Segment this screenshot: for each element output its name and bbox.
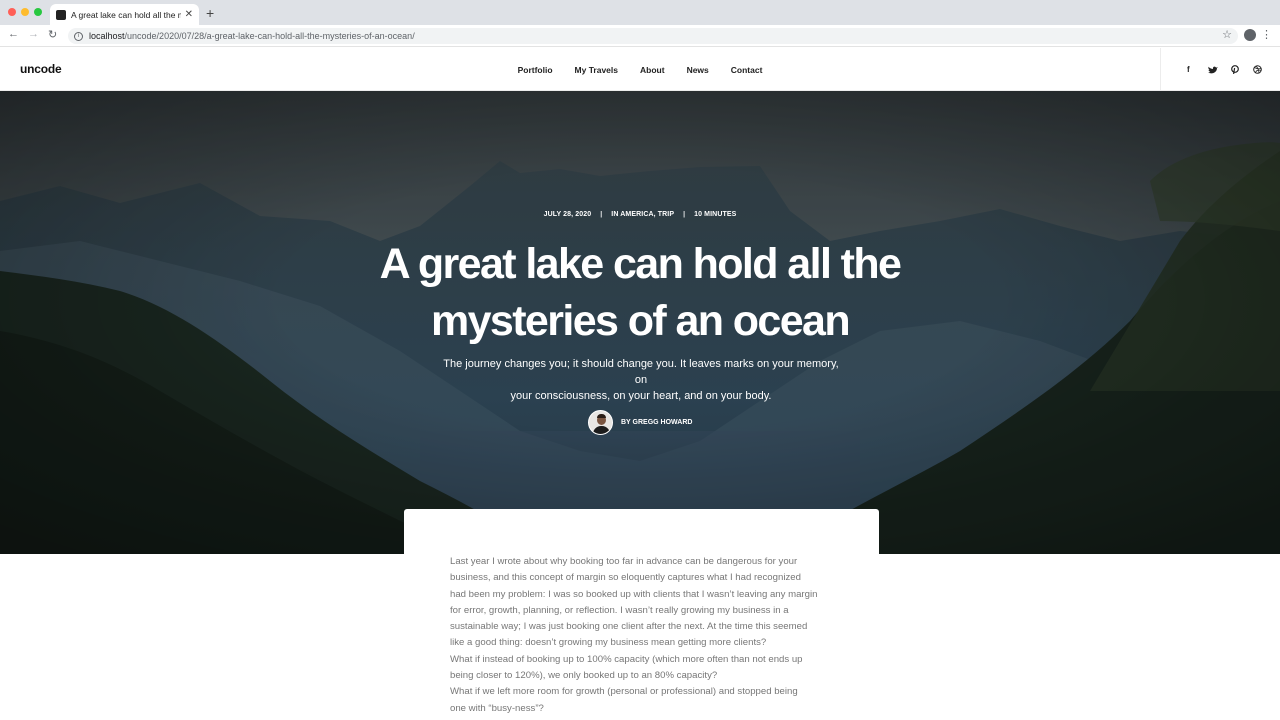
post-title-line-2: mysteries of an ocean: [430, 297, 851, 345]
post-title-line-1: A great lake can hold all the: [379, 240, 902, 288]
social-links: f: [1160, 48, 1280, 91]
author-name[interactable]: BY GREGG HOWARD: [621, 419, 692, 426]
nav-contact[interactable]: Contact: [731, 65, 763, 75]
forward-icon[interactable]: →: [28, 28, 39, 40]
browser-tab-strip: A great lake can hold all the m ✕ +: [0, 0, 1280, 25]
browser-tab[interactable]: A great lake can hold all the m ✕: [50, 4, 199, 25]
info-icon[interactable]: i: [74, 31, 83, 41]
post-subtitle-line-2: your consciousness, on your heart, and o…: [510, 390, 772, 402]
new-tab-button[interactable]: +: [206, 5, 214, 21]
back-icon[interactable]: ←: [8, 28, 19, 40]
meta-separator: |: [683, 211, 686, 218]
article-line: like a good thing: doesn’t growing my bu…: [450, 637, 767, 649]
post-author[interactable]: BY GREGG HOWARD: [588, 410, 692, 435]
browser-toolbar: ← → ↻ i localhost/uncode/2020/07/28/a-gr…: [0, 25, 1280, 47]
post-meta: JULY 28, 2020 | IN AMERICA, TRIP | 10 MINUTE…: [0, 211, 1280, 218]
article-line: Last year I wrote about why booking too …: [450, 556, 798, 567]
hero-section: JULY 28, 2020 | IN AMERICA, TRIP | 10 MINUTE…: [0, 91, 1280, 554]
article-line: sustainable way; I was just booking one …: [450, 621, 808, 633]
menu-icon[interactable]: ⋮: [1261, 28, 1272, 41]
tab-title: A great lake can hold all the m: [71, 9, 181, 20]
star-icon[interactable]: ☆: [1222, 28, 1232, 41]
reload-icon[interactable]: ↻: [48, 28, 57, 41]
favicon-icon: [56, 9, 66, 20]
article-line: for error, growth, planning, or reflecti…: [450, 604, 789, 616]
article-line: business, and this concept of margin so …: [450, 572, 801, 584]
close-window-icon[interactable]: [8, 8, 16, 16]
dribbble-icon[interactable]: [1253, 65, 1262, 74]
post-title: A great lake can hold all the mysteries …: [340, 236, 940, 350]
nav-my-travels[interactable]: My Travels: [575, 65, 618, 75]
facebook-icon[interactable]: f: [1187, 65, 1190, 74]
minimize-window-icon[interactable]: [21, 8, 29, 16]
site-header: uncode Portfolio My Travels About News C…: [0, 48, 1280, 91]
article-line: had been my problem: I was so booked up …: [450, 588, 818, 600]
url-path: /uncode/2020/07/28/a-great-lake-can-hold…: [124, 31, 415, 41]
article-line: being closer to 120%), we only booked up…: [450, 670, 718, 682]
nav-news[interactable]: News: [687, 65, 709, 75]
address-bar[interactable]: i localhost/uncode/2020/07/28/a-great-la…: [68, 28, 1238, 44]
nav-about[interactable]: About: [640, 65, 665, 75]
post-subtitle: The journey changes you; it should chang…: [436, 356, 846, 404]
tab-close-icon[interactable]: ✕: [185, 9, 193, 20]
post-subtitle-line-1: The journey changes you; it should chang…: [443, 358, 839, 386]
maximize-window-icon[interactable]: [34, 8, 42, 16]
account-icon[interactable]: [1244, 29, 1256, 41]
post-date: JULY 28, 2020: [543, 211, 592, 218]
url-host: localhost: [89, 31, 125, 41]
nav-portfolio[interactable]: Portfolio: [518, 65, 553, 75]
article-line: one with “busy-ness”?: [450, 702, 544, 714]
pinterest-icon[interactable]: [1231, 65, 1239, 74]
url-text[interactable]: localhost/uncode/2020/07/28/a-great-lake…: [89, 31, 415, 41]
article-body: Last year I wrote about why booking too …: [450, 554, 840, 717]
post-categories[interactable]: IN AMERICA, TRIP: [611, 211, 674, 218]
twitter-icon[interactable]: [1208, 66, 1218, 74]
article-line: What if instead of booking up to 100% ca…: [450, 653, 803, 665]
avatar: [588, 410, 613, 435]
meta-separator: |: [600, 211, 603, 218]
article-line: What if we left more room for growth (pe…: [450, 686, 798, 698]
main-nav: Portfolio My Travels About News Contact: [0, 65, 1280, 75]
post-read-time: 10 MINUTES: [694, 211, 737, 218]
